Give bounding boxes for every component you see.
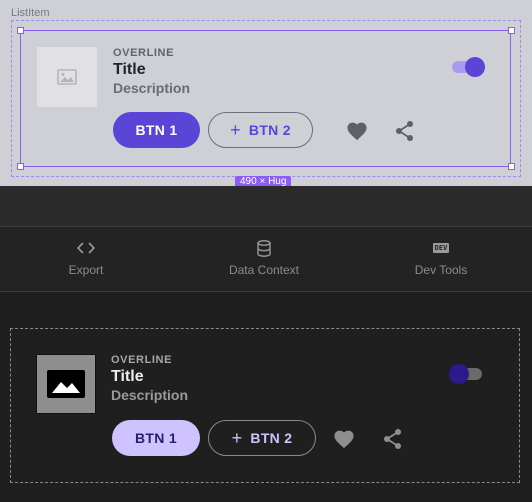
share-button[interactable]	[380, 426, 406, 452]
toggle-knob	[449, 364, 469, 384]
toggle-switch[interactable]	[450, 56, 486, 78]
favorite-button[interactable]	[331, 426, 357, 452]
btn2-label: BTN 2	[250, 430, 293, 446]
tab-data-context[interactable]: Data Context	[204, 239, 324, 277]
design-canvas: ListItem OVERLINE Title Description BTN …	[0, 0, 532, 188]
overline-text: OVERLINE	[113, 47, 175, 59]
share-icon	[384, 429, 401, 449]
description-text: Description	[113, 80, 191, 96]
btn1-button[interactable]: BTN 1	[113, 112, 200, 148]
plus-icon: +	[231, 428, 243, 448]
resize-handle-top-right[interactable]	[508, 27, 515, 34]
favorite-button[interactable]	[344, 118, 370, 144]
image-icon	[47, 370, 85, 398]
tab-dev-tools[interactable]: DEV Dev Tools	[381, 239, 501, 277]
btn1-label: BTN 1	[135, 430, 177, 446]
code-icon	[77, 239, 95, 257]
title-text: Title	[111, 368, 144, 385]
btn1-label: BTN 1	[135, 122, 178, 138]
resize-handle-bottom-left[interactable]	[17, 163, 24, 170]
panel-toolbar: Export Data Context DEV Dev Tools	[0, 226, 532, 292]
toggle-switch[interactable]	[448, 363, 484, 385]
share-icon	[396, 121, 413, 141]
database-icon	[257, 239, 271, 257]
heart-icon	[347, 122, 367, 141]
toggle-knob	[465, 57, 485, 77]
overline-text: OVERLINE	[111, 354, 173, 366]
dev-icon: DEV	[432, 243, 450, 253]
tab-export[interactable]: Export	[26, 239, 146, 277]
title-text: Title	[113, 61, 146, 78]
thumbnail-placeholder	[37, 47, 97, 107]
btn2-button[interactable]: + BTN 2	[208, 112, 313, 148]
btn1-button[interactable]: BTN 1	[112, 420, 200, 456]
tab-label: Dev Tools	[414, 263, 468, 277]
share-button[interactable]	[392, 118, 418, 144]
btn2-label: BTN 2	[248, 122, 291, 138]
panel-separator	[0, 186, 532, 226]
resize-handle-bottom-right[interactable]	[508, 163, 515, 170]
component-name-label: ListItem	[11, 7, 50, 19]
resize-handle-top-left[interactable]	[17, 27, 24, 34]
plus-icon: +	[230, 120, 241, 140]
tab-label: Data Context	[228, 263, 300, 277]
image-icon	[57, 69, 77, 85]
btn2-button[interactable]: + BTN 2	[208, 420, 316, 456]
heart-icon	[334, 430, 354, 449]
tab-label: Export	[68, 263, 104, 277]
description-text: Description	[111, 387, 189, 403]
thumbnail-placeholder	[36, 354, 96, 414]
